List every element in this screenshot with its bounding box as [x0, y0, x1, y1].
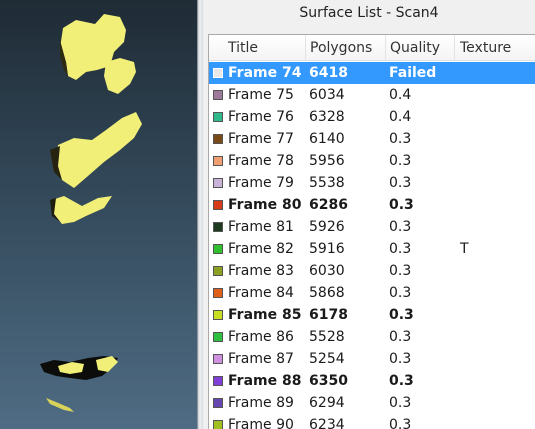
- row-polygons: 6034: [309, 87, 345, 103]
- table-row[interactable]: Frame 89 6294 0.3: [209, 392, 535, 414]
- row-quality: 0.4: [389, 87, 412, 103]
- row-quality: 0.3: [389, 153, 412, 169]
- color-swatch: [213, 332, 223, 342]
- row-polygons: 6030: [309, 263, 345, 279]
- color-swatch: [213, 266, 223, 276]
- row-title: Frame 88: [228, 373, 302, 389]
- row-title: Frame 83: [228, 263, 294, 279]
- row-quality: 0.3: [389, 351, 412, 367]
- row-quality: 0.3: [389, 329, 412, 345]
- row-quality: 0.3: [389, 263, 412, 279]
- table-row[interactable]: Frame 74 6418 Failed: [209, 62, 535, 84]
- scan-surface-top: [60, 14, 136, 94]
- color-swatch: [213, 288, 223, 298]
- panel-title: Surface List - Scan4: [299, 5, 439, 21]
- 3d-viewport[interactable]: [0, 0, 197, 429]
- row-title: Frame 76: [228, 109, 294, 125]
- scan-surface-bottom: [40, 356, 118, 412]
- table-row[interactable]: Frame 78 5956 0.3: [209, 150, 535, 172]
- color-swatch: [213, 156, 223, 166]
- column-header-polygons[interactable]: Polygons: [306, 35, 386, 61]
- row-polygons: 6140: [309, 131, 345, 147]
- table-row[interactable]: Frame 90 6234 0.3: [209, 414, 535, 429]
- table-row[interactable]: Frame 86 5528 0.3: [209, 326, 535, 348]
- row-polygons: 6286: [309, 197, 348, 213]
- color-swatch: [213, 244, 223, 254]
- color-swatch: [213, 354, 223, 364]
- row-texture: T: [460, 241, 469, 257]
- row-title: Frame 79: [228, 175, 294, 191]
- table-row[interactable]: Frame 77 6140 0.3: [209, 128, 535, 150]
- table-row[interactable]: Frame 85 6178 0.3: [209, 304, 535, 326]
- color-swatch: [213, 398, 223, 408]
- row-quality: Failed: [389, 65, 437, 81]
- color-swatch: [213, 134, 223, 144]
- column-header-title[interactable]: Title: [209, 35, 306, 61]
- table-row[interactable]: Frame 80 6286 0.3: [209, 194, 535, 216]
- color-swatch: [213, 178, 223, 188]
- table-row[interactable]: Frame 81 5926 0.3: [209, 216, 535, 238]
- color-swatch: [213, 420, 223, 429]
- row-title: Frame 85: [228, 307, 302, 323]
- row-quality: 0.3: [389, 219, 412, 235]
- scan-surface-middle: [50, 112, 142, 224]
- color-swatch: [213, 376, 223, 386]
- row-quality: 0.3: [389, 285, 412, 301]
- row-polygons: 5538: [309, 175, 345, 191]
- row-title: Frame 84: [228, 285, 294, 301]
- color-swatch: [213, 200, 223, 210]
- row-title: Frame 87: [228, 351, 294, 367]
- row-quality: 0.3: [389, 417, 412, 429]
- row-polygons: 5956: [309, 153, 345, 169]
- table-row[interactable]: Frame 83 6030 0.3: [209, 260, 535, 282]
- color-swatch: [213, 68, 223, 78]
- row-quality: 0.3: [389, 307, 414, 323]
- row-polygons: 6294: [309, 395, 345, 411]
- row-title: Frame 81: [228, 219, 294, 235]
- row-quality: 0.3: [389, 241, 412, 257]
- row-polygons: 5926: [309, 219, 345, 235]
- row-polygons: 6178: [309, 307, 348, 323]
- row-polygons: 5868: [309, 285, 345, 301]
- row-title: Frame 89: [228, 395, 294, 411]
- row-title: Frame 86: [228, 329, 294, 345]
- table-row[interactable]: Frame 76 6328 0.4: [209, 106, 535, 128]
- row-title: Frame 77: [228, 131, 294, 147]
- row-quality: 0.3: [389, 373, 414, 389]
- color-swatch: [213, 222, 223, 232]
- surface-list[interactable]: Title Polygons Quality Texture Frame 74 6…: [208, 34, 535, 429]
- color-swatch: [213, 90, 223, 100]
- color-swatch: [213, 112, 223, 122]
- color-swatch: [213, 310, 223, 320]
- row-polygons: 6350: [309, 373, 348, 389]
- row-title: Frame 78: [228, 153, 294, 169]
- row-quality: 0.3: [389, 197, 414, 213]
- row-polygons: 6328: [309, 109, 345, 125]
- row-title: Frame 80: [228, 197, 302, 213]
- table-row[interactable]: Frame 87 5254 0.3: [209, 348, 535, 370]
- row-title: Frame 75: [228, 87, 294, 103]
- table-row[interactable]: Frame 75 6034 0.4: [209, 84, 535, 106]
- row-polygons: 5254: [309, 351, 345, 367]
- row-title: Frame 82: [228, 241, 294, 257]
- column-header-texture[interactable]: Texture: [455, 35, 535, 61]
- column-header-quality[interactable]: Quality: [386, 35, 455, 61]
- row-polygons: 6418: [309, 65, 348, 81]
- row-polygons: 5528: [309, 329, 345, 345]
- row-title: Frame 74: [228, 65, 302, 81]
- table-row[interactable]: Frame 84 5868 0.3: [209, 282, 535, 304]
- table-row[interactable]: Frame 79 5538 0.3: [209, 172, 535, 194]
- table-row[interactable]: Frame 88 6350 0.3: [209, 370, 535, 392]
- row-quality: 0.4: [389, 109, 412, 125]
- table-row[interactable]: Frame 82 5916 0.3 T: [209, 238, 535, 260]
- row-polygons: 6234: [309, 417, 345, 429]
- surface-list-panel: Surface List - Scan4 Title Polygons Qual…: [203, 0, 535, 429]
- list-header: Title Polygons Quality Texture: [209, 35, 535, 61]
- row-quality: 0.3: [389, 131, 412, 147]
- row-quality: 0.3: [389, 395, 412, 411]
- scan-surfaces-view: [40, 14, 142, 412]
- row-polygons: 5916: [309, 241, 345, 257]
- row-title: Frame 90: [228, 417, 294, 429]
- row-quality: 0.3: [389, 175, 412, 191]
